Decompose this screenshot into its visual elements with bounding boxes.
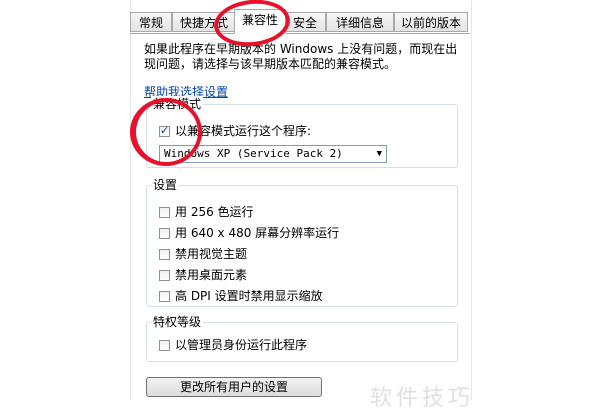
compat-mode-group: 兼容模式 以兼容模式运行这个程序: Windows XP (Service Pa… xyxy=(146,96,458,168)
compat-mode-title: 兼容模式 xyxy=(151,96,204,112)
setting-disable-dpi-label: 高 DPI 设置时禁用显示缩放 xyxy=(175,289,323,303)
setting-disable-desktop-label: 禁用桌面元素 xyxy=(175,268,248,282)
os-version-selected: Windows XP (Service Pack 2) xyxy=(164,147,343,160)
run-as-admin-checkbox[interactable] xyxy=(159,339,170,351)
setting-disable-themes-checkbox[interactable] xyxy=(159,248,170,260)
setting-disable-desktop-checkbox[interactable] xyxy=(159,269,170,281)
tab-compatibility[interactable]: 兼容性 xyxy=(234,9,286,34)
compat-mode-checkbox-row[interactable]: 以兼容模式运行这个程序: xyxy=(159,123,311,139)
tab-general[interactable]: 常规 xyxy=(130,12,172,32)
intro-text: 如果此程序在早期版本的 Windows 上没有问题，而现在出现问题，请选择与该早… xyxy=(144,42,458,71)
setting-disable-dpi[interactable]: 高 DPI 设置时禁用显示缩放 xyxy=(159,288,323,304)
run-as-admin-label: 以管理员身份运行此程序 xyxy=(175,338,308,352)
setting-640x480-label: 用 640 x 480 屏幕分辨率运行 xyxy=(175,226,340,240)
setting-640x480[interactable]: 用 640 x 480 屏幕分辨率运行 xyxy=(159,225,339,241)
run-as-admin-row[interactable]: 以管理员身份运行此程序 xyxy=(159,337,307,353)
settings-title: 设置 xyxy=(151,177,180,193)
setting-disable-desktop[interactable]: 禁用桌面元素 xyxy=(159,267,247,283)
watermark: 软件技巧 xyxy=(370,386,475,411)
os-version-select[interactable]: Windows XP (Service Pack 2) ▼ xyxy=(159,145,387,163)
privilege-group: 特权等级 以管理员身份运行此程序 xyxy=(146,314,458,362)
setting-disable-dpi-checkbox[interactable] xyxy=(159,290,170,302)
setting-256-colors-label: 用 256 色运行 xyxy=(175,205,254,219)
setting-256-colors[interactable]: 用 256 色运行 xyxy=(159,204,254,220)
tab-previous-versions[interactable]: 以前的版本 xyxy=(394,12,468,32)
dropdown-arrow-icon[interactable]: ▼ xyxy=(377,146,382,162)
tab-security[interactable]: 安全 xyxy=(284,12,326,32)
settings-group: 设置 用 256 色运行 用 640 x 480 屏幕分辨率运行 禁用视觉主题 … xyxy=(146,177,458,307)
tab-details[interactable]: 详细信息 xyxy=(326,12,394,32)
setting-disable-themes-label: 禁用视觉主题 xyxy=(175,247,248,261)
tab-divider xyxy=(130,33,470,34)
setting-640x480-checkbox[interactable] xyxy=(159,227,170,239)
setting-256-colors-checkbox[interactable] xyxy=(159,206,170,218)
all-users-settings-button[interactable]: 更改所有用户的设置 xyxy=(146,377,322,397)
compat-mode-checkbox-label: 以兼容模式运行这个程序: xyxy=(175,124,312,138)
tab-shortcut[interactable]: 快捷方式 xyxy=(172,12,236,32)
setting-disable-themes[interactable]: 禁用视觉主题 xyxy=(159,246,247,262)
privilege-title: 特权等级 xyxy=(151,314,204,330)
compat-mode-checkbox[interactable] xyxy=(159,123,170,139)
